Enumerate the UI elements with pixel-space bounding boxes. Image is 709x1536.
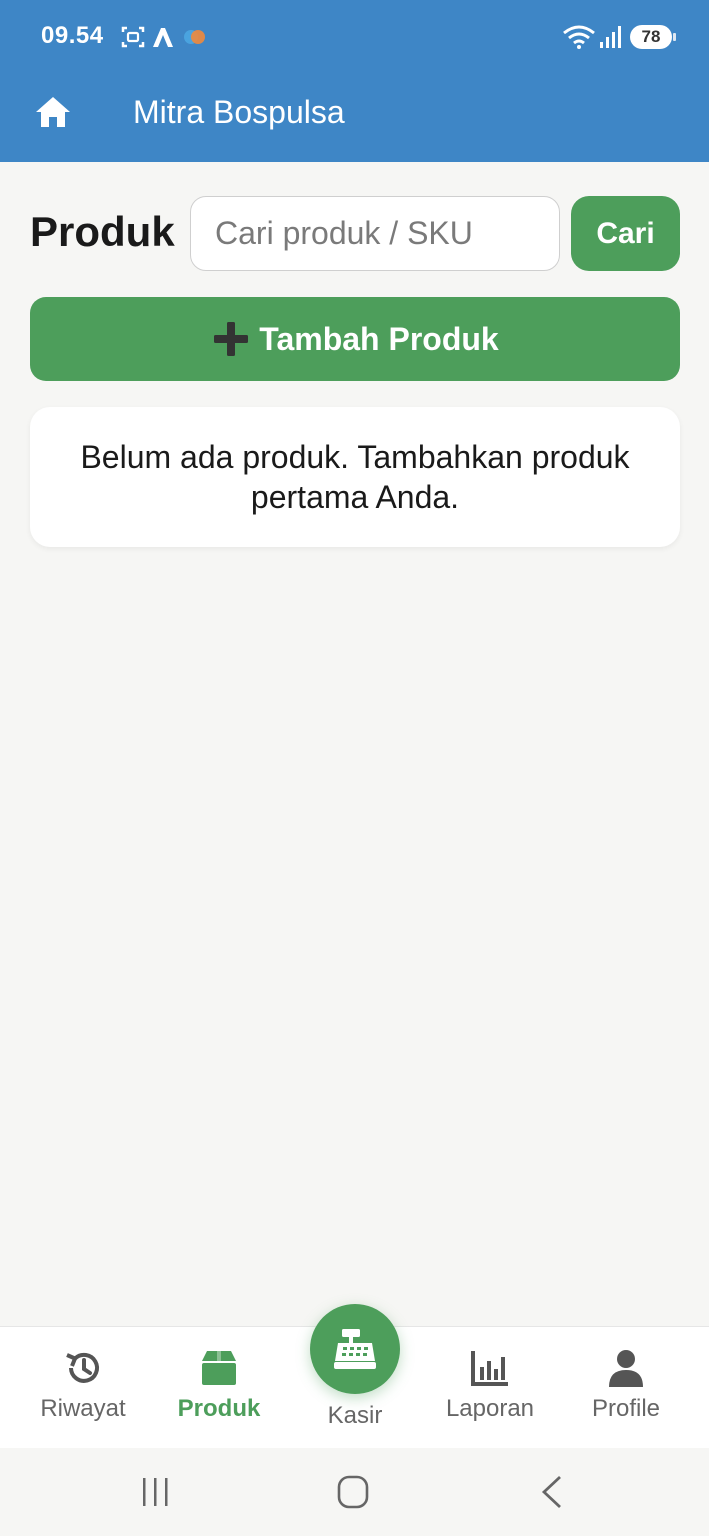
- app-notification-dot-icon: [184, 30, 205, 44]
- home-system-icon[interactable]: [333, 1474, 373, 1510]
- plus-icon: [214, 322, 249, 356]
- nav-item-riwayat[interactable]: Riwayat: [13, 1327, 153, 1449]
- search-button[interactable]: Cari: [571, 196, 680, 271]
- nav-label-kasir: Kasir: [327, 1402, 383, 1429]
- system-navigation-bar: [0, 1448, 709, 1536]
- nav-label-profile: Profile: [591, 1395, 661, 1422]
- empty-state-card: Belum ada produk. Tambahkan produk perta…: [30, 407, 680, 547]
- nav-item-laporan[interactable]: Laporan: [420, 1327, 560, 1449]
- page-title: Produk: [30, 208, 175, 255]
- app-title: Mitra Bospulsa: [133, 94, 345, 130]
- add-product-label: Tambah Produk: [259, 320, 499, 357]
- nav-label-produk: Produk: [177, 1395, 261, 1422]
- history-icon: [66, 1352, 99, 1383]
- chart-icon: [471, 1351, 508, 1386]
- signal-icon: [600, 26, 621, 48]
- recent-apps-icon[interactable]: [135, 1474, 175, 1510]
- cash-register-icon: [334, 1329, 376, 1369]
- empty-state-message: Belum ada produk. Tambahkan produk perta…: [80, 439, 630, 515]
- wifi-icon: [563, 25, 595, 49]
- screenshot-icon: [121, 26, 145, 48]
- nav-label-riwayat: Riwayat: [40, 1395, 126, 1422]
- kasir-button[interactable]: [310, 1304, 400, 1394]
- status-bar: 09.54 78: [0, 0, 709, 75]
- nav-item-produk[interactable]: Produk: [149, 1327, 289, 1449]
- back-icon[interactable]: [532, 1474, 572, 1510]
- status-time: 09.54: [41, 22, 104, 49]
- user-icon: [609, 1350, 643, 1387]
- top-app-bar: 09.54 78 Mitra Bospulsa: [0, 0, 709, 162]
- battery-level: 78: [630, 25, 676, 49]
- nav-label-laporan: Laporan: [445, 1395, 535, 1422]
- add-product-button[interactable]: Tambah Produk: [30, 297, 680, 381]
- home-icon[interactable]: [33, 92, 73, 132]
- search-input[interactable]: [190, 196, 560, 271]
- nav-item-profile[interactable]: Profile: [556, 1327, 696, 1449]
- app-notification-icon: [153, 28, 173, 47]
- box-icon: [202, 1351, 236, 1385]
